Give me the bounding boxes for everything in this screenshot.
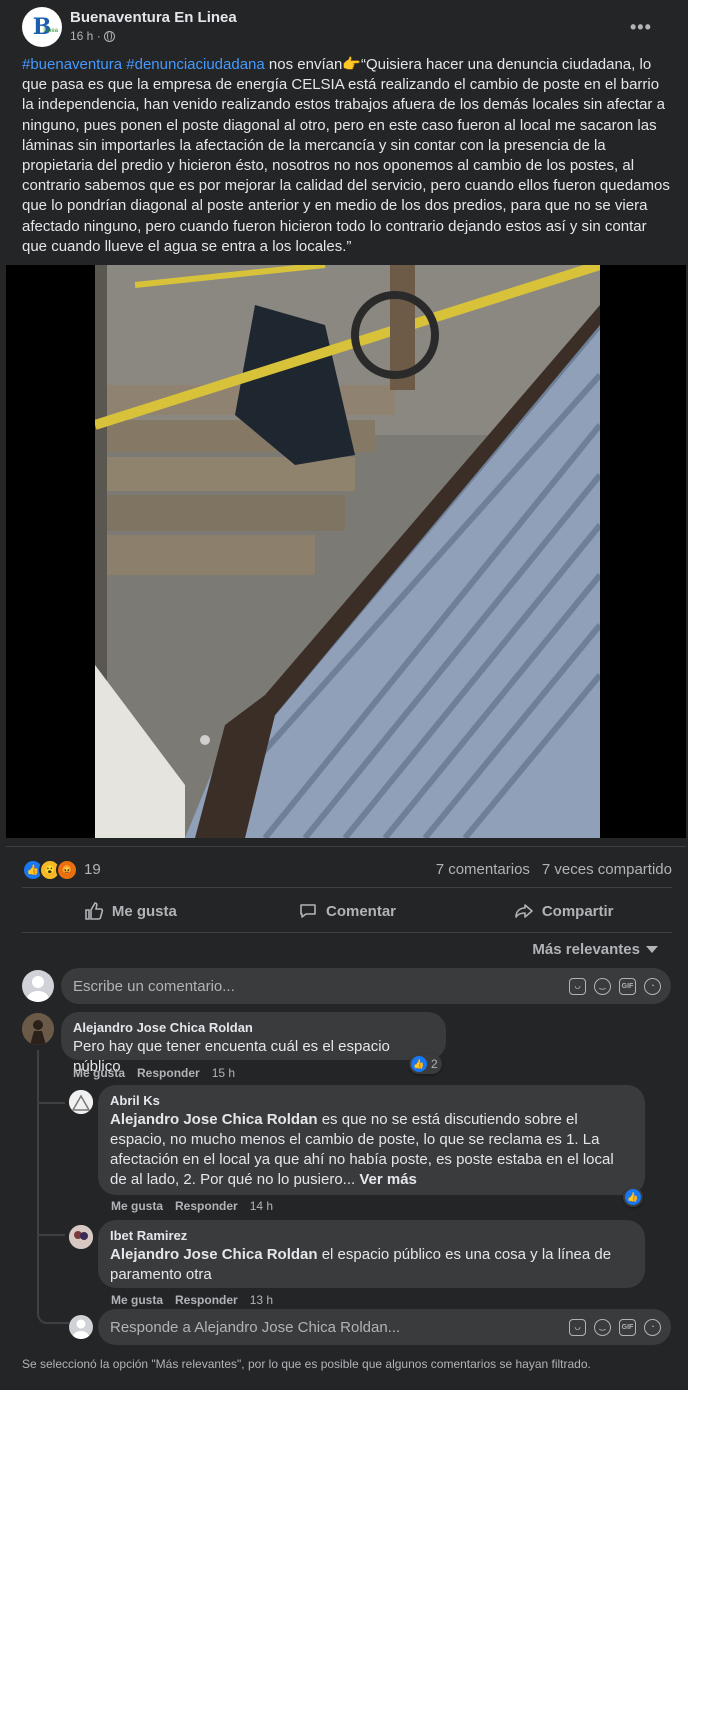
thread-branch	[37, 1090, 65, 1104]
more-options-button[interactable]: •••	[630, 17, 652, 38]
composer-icons: ◡ ‿ GIF ◔	[569, 1318, 671, 1336]
profile-photo	[69, 1225, 93, 1249]
reply-bubble: Ibet Ramirez Alejandro Jose Chica Roldan…	[98, 1220, 645, 1288]
comment-like-link[interactable]: Me gusta	[111, 1199, 163, 1213]
hashtag-link[interactable]: #buenaventura	[22, 56, 122, 73]
comment-text: Alejandro Jose Chica Roldan el espacio p…	[110, 1246, 611, 1283]
divider	[22, 932, 672, 933]
user-avatar[interactable]	[69, 1315, 93, 1339]
reaction-count[interactable]: 19	[84, 861, 101, 878]
comment-time[interactable]: 14 h	[250, 1199, 273, 1213]
gif-icon[interactable]: GIF	[619, 977, 636, 995]
sticker-2-icon[interactable]: ◔	[644, 977, 661, 995]
reply-input[interactable]	[98, 1317, 569, 1337]
comment-icon	[300, 904, 316, 918]
comment-author[interactable]: Ibet Ramirez	[110, 1228, 633, 1243]
post-card: B Linea Buenaventura En Linea 16 h · •••…	[0, 0, 688, 1390]
commenter-avatar[interactable]	[22, 1013, 54, 1045]
default-user-icon	[26, 976, 50, 1002]
emoji-icon[interactable]: ‿	[594, 977, 611, 995]
like-reaction-icon: 👍	[411, 1056, 427, 1072]
comment-author[interactable]: Alejandro Jose Chica Roldan	[73, 1020, 434, 1035]
media-divider	[6, 846, 686, 847]
commenter-avatar[interactable]	[69, 1225, 93, 1249]
profile-photo	[22, 1013, 54, 1045]
comment-actions: Me gusta Responder 15 h	[73, 1066, 235, 1080]
post-text: #buenaventura #denunciaciudadana nos env…	[22, 55, 674, 257]
engagement-counts: 7 comentarios 7 veces compartido	[436, 861, 672, 878]
thumbs-up-icon	[85, 902, 103, 920]
commenter-avatar[interactable]	[69, 1090, 93, 1114]
post-actions: Me gusta Comentar Compartir	[22, 888, 672, 934]
angry-reaction-icon: 😡	[56, 859, 78, 881]
globe-icon	[103, 30, 115, 42]
page-name-link[interactable]: Buenaventura En Linea	[70, 9, 237, 26]
sticker-icon[interactable]: ◡	[569, 977, 586, 995]
comment-reaction-badge[interactable]: 👍	[623, 1187, 643, 1207]
page-avatar[interactable]: B Linea	[22, 7, 62, 47]
like-reaction-icon: 👍	[625, 1189, 641, 1205]
comment-reply-link[interactable]: Responder	[175, 1199, 238, 1213]
comment-actions: Me gusta Responder 13 h	[111, 1293, 273, 1307]
chevron-down-icon	[646, 946, 658, 953]
profile-photo	[69, 1090, 93, 1114]
post-meta: 16 h ·	[70, 29, 115, 43]
comment-input[interactable]	[61, 976, 569, 996]
comment-composer[interactable]: ◡ ‿ GIF ◔	[61, 968, 671, 1004]
mention-link[interactable]: Alejandro Jose Chica Roldan	[110, 1111, 318, 1128]
comment-time[interactable]: 15 h	[212, 1066, 235, 1080]
default-user-icon	[72, 1319, 90, 1339]
avatar-letter: B	[32, 14, 52, 40]
comment-label: Comentar	[326, 902, 397, 920]
shares-count[interactable]: 7 veces compartido	[542, 861, 672, 878]
share-button[interactable]: Compartir	[455, 888, 672, 934]
hashtag-link[interactable]: #denunciaciudadana	[126, 56, 264, 73]
reaction-icons[interactable]: 👍 😮 😡	[22, 859, 78, 881]
like-label: Me gusta	[111, 902, 177, 920]
post-body: “Quisiera hacer una denuncia ciudadana, …	[22, 56, 670, 255]
reply-bubble: Abril Ks Alejandro Jose Chica Roldan es …	[98, 1085, 645, 1195]
comment-time[interactable]: 13 h	[250, 1293, 273, 1307]
thread-branch	[37, 1222, 65, 1236]
comment-like-link[interactable]: Me gusta	[73, 1066, 125, 1080]
comment-author[interactable]: Abril Ks	[110, 1093, 633, 1108]
comment-actions: Me gusta Responder 14 h	[111, 1199, 273, 1213]
filter-notice: Se seleccionó la opción "Más relevantes"…	[22, 1357, 591, 1371]
mention-link[interactable]: Alejandro Jose Chica Roldan	[110, 1246, 318, 1263]
emoji-icon[interactable]: ‿	[594, 1318, 611, 1336]
reply-composer[interactable]: ◡ ‿ GIF ◔	[98, 1309, 671, 1345]
share-icon	[515, 904, 533, 918]
gif-icon[interactable]: GIF	[619, 1318, 636, 1336]
like-button[interactable]: Me gusta	[22, 888, 239, 934]
post-video[interactable]	[6, 265, 686, 838]
post-intro: nos envían👉	[264, 56, 361, 73]
comment-like-count: 2	[431, 1057, 438, 1071]
post-time[interactable]: 16 h ·	[70, 29, 101, 43]
video-frame[interactable]	[95, 265, 600, 838]
reaction-stats: 👍 😮 😡 19 7 comentarios 7 veces compartid…	[22, 857, 672, 881]
comment-reply-link[interactable]: Responder	[175, 1293, 238, 1307]
comment-button[interactable]: Comentar	[239, 888, 456, 934]
sort-dropdown[interactable]: Más relevantes	[532, 941, 658, 958]
user-avatar[interactable]	[22, 970, 54, 1002]
share-label: Compartir	[541, 902, 614, 920]
post-header: B Linea Buenaventura En Linea 16 h · •••	[22, 7, 688, 47]
avatar-sub: Linea	[43, 28, 58, 34]
sticker-2-icon[interactable]: ◔	[644, 1318, 661, 1336]
comment-reply-link[interactable]: Responder	[137, 1066, 200, 1080]
composer-icons: ◡ ‿ GIF ◔	[569, 977, 671, 995]
comments-count[interactable]: 7 comentarios	[436, 861, 530, 878]
sticker-icon[interactable]: ◡	[569, 1318, 586, 1336]
comment-text: Alejandro Jose Chica Roldan es que no se…	[110, 1111, 614, 1188]
comment-bubble: Alejandro Jose Chica Roldan Pero hay que…	[61, 1012, 446, 1075]
comment-like-link[interactable]: Me gusta	[111, 1293, 163, 1307]
sort-label: Más relevantes	[532, 941, 640, 958]
see-more-link[interactable]: Ver más	[355, 1171, 417, 1188]
comment-reaction-badge[interactable]: 👍 2	[409, 1054, 442, 1074]
